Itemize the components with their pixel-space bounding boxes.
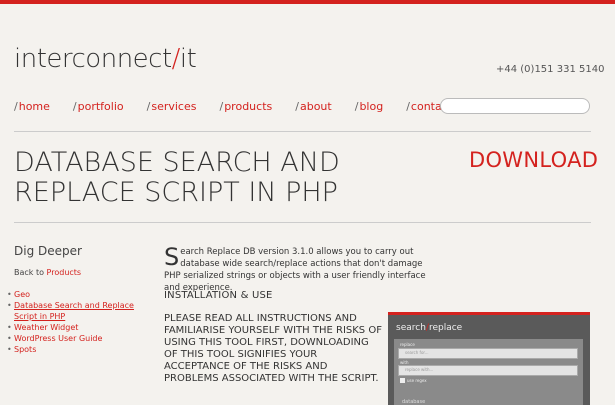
preview-title-a: search bbox=[396, 323, 426, 333]
nav-label: products bbox=[224, 100, 273, 113]
app-preview-screenshot: search/replace replace search for... wit… bbox=[388, 312, 590, 405]
nav-item-about[interactable]: /about bbox=[295, 100, 331, 113]
top-accent-bar bbox=[0, 0, 615, 4]
search-input[interactable] bbox=[440, 98, 590, 114]
nav-item-portfolio[interactable]: /portfolio bbox=[73, 100, 124, 113]
sidebar-item-database-search-replace[interactable]: Database Search and Replace Script in PH… bbox=[14, 301, 134, 321]
nav-slash: / bbox=[14, 100, 18, 113]
header-divider bbox=[14, 131, 591, 132]
preview-title: search/replace bbox=[396, 323, 462, 333]
preview-replace-placeholder: search for... bbox=[405, 350, 429, 355]
site-logo[interactable]: interconnect/it bbox=[14, 44, 197, 74]
preview-regex-checkbox bbox=[400, 378, 405, 383]
intro-paragraph: Search Replace DB version 3.1.0 allows y… bbox=[164, 243, 439, 294]
list-item: Geo bbox=[7, 289, 149, 300]
nav-label: home bbox=[18, 100, 50, 113]
list-item: Database Search and Replace Script in PH… bbox=[7, 300, 149, 322]
main-nav: /home /portfolio /services /products /ab… bbox=[14, 100, 475, 113]
logo-it-text: it bbox=[179, 44, 197, 74]
page-title: DATABASE SEARCH AND REPLACE SCRIPT IN PH… bbox=[14, 147, 340, 208]
title-divider bbox=[14, 222, 591, 223]
nav-slash: / bbox=[295, 100, 299, 113]
preview-replace-label: replace bbox=[400, 342, 415, 347]
back-prefix: Back to bbox=[14, 268, 44, 277]
sidebar-item-wordpress-user-guide[interactable]: WordPress User Guide bbox=[14, 334, 102, 343]
logo-slash: / bbox=[171, 44, 181, 74]
preview-title-b: replace bbox=[428, 323, 463, 333]
warning-text: PLEASE READ ALL INSTRUCTIONS AND FAMILIA… bbox=[164, 313, 382, 384]
intro-dropcap: S bbox=[164, 243, 180, 271]
nav-slash: / bbox=[146, 100, 151, 113]
nav-slash: / bbox=[72, 100, 77, 113]
intro-text: earch Replace DB version 3.1.0 allows yo… bbox=[164, 247, 426, 293]
nav-label: portfolio bbox=[77, 100, 124, 113]
nav-label: services bbox=[151, 100, 197, 113]
back-to-line: Back to Products bbox=[14, 268, 81, 277]
sidebar-item-weather-widget[interactable]: Weather Widget bbox=[14, 323, 78, 332]
nav-item-services[interactable]: /services bbox=[147, 100, 197, 113]
list-item: Weather Widget bbox=[7, 322, 149, 333]
sidebar-item-spots[interactable]: Spots bbox=[14, 345, 36, 354]
nav-item-products[interactable]: /products bbox=[219, 100, 272, 113]
preview-with-placeholder: replace with... bbox=[405, 367, 434, 372]
nav-slash: / bbox=[354, 100, 359, 113]
preview-form-panel: replace search for... with replace with.… bbox=[394, 339, 583, 405]
sidebar-list: Geo Database Search and Replace Script i… bbox=[6, 289, 149, 355]
preview-with-field: replace with... bbox=[398, 365, 578, 376]
nav-label: blog bbox=[359, 100, 384, 113]
nav-item-blog[interactable]: /blog bbox=[355, 100, 383, 113]
download-link[interactable]: DOWNLOAD bbox=[469, 148, 598, 172]
preview-regex-label: use regex bbox=[407, 378, 427, 383]
sidebar-heading: Dig Deeper bbox=[14, 244, 82, 258]
list-item: Spots bbox=[7, 344, 149, 355]
nav-label: about bbox=[299, 100, 332, 113]
list-item: WordPress User Guide bbox=[7, 333, 149, 344]
preview-replace-field: search for... bbox=[398, 348, 578, 359]
sidebar-item-geo[interactable]: Geo bbox=[14, 290, 30, 299]
back-to-products-link[interactable]: Products bbox=[47, 268, 82, 277]
phone-number: +44 (0)151 331 5140 bbox=[496, 64, 605, 75]
install-heading: INSTALLATION & USE bbox=[164, 290, 273, 301]
nav-slash: / bbox=[219, 100, 224, 113]
preview-database-label: database bbox=[402, 399, 426, 405]
nav-slash: / bbox=[406, 100, 410, 113]
logo-main-text: interconnect bbox=[14, 44, 172, 74]
nav-item-home[interactable]: /home bbox=[14, 100, 50, 113]
